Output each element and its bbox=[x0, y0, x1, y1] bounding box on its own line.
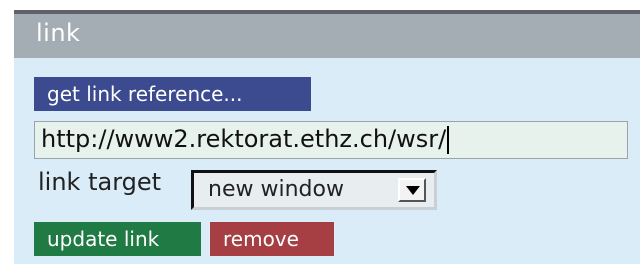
link-target-select[interactable]: new window bbox=[191, 170, 437, 210]
get-link-reference-button[interactable]: get link reference... bbox=[34, 77, 311, 111]
link-url-value: http://www2.rektorat.ethz.ch/wsr/ bbox=[41, 125, 447, 153]
link-url-input[interactable]: http://www2.rektorat.ethz.ch/wsr/ bbox=[34, 121, 628, 159]
link-target-label: link target bbox=[38, 168, 162, 196]
remove-button[interactable]: remove bbox=[210, 222, 334, 256]
link-target-selected-value: new window bbox=[208, 177, 344, 202]
text-caret bbox=[447, 126, 450, 154]
chevron-down-icon[interactable] bbox=[398, 178, 426, 202]
panel-header: link bbox=[14, 14, 640, 58]
link-panel: link get link reference... http://www2.r… bbox=[0, 0, 640, 264]
update-link-button[interactable]: update link bbox=[34, 222, 201, 256]
panel-title: link bbox=[36, 19, 81, 47]
